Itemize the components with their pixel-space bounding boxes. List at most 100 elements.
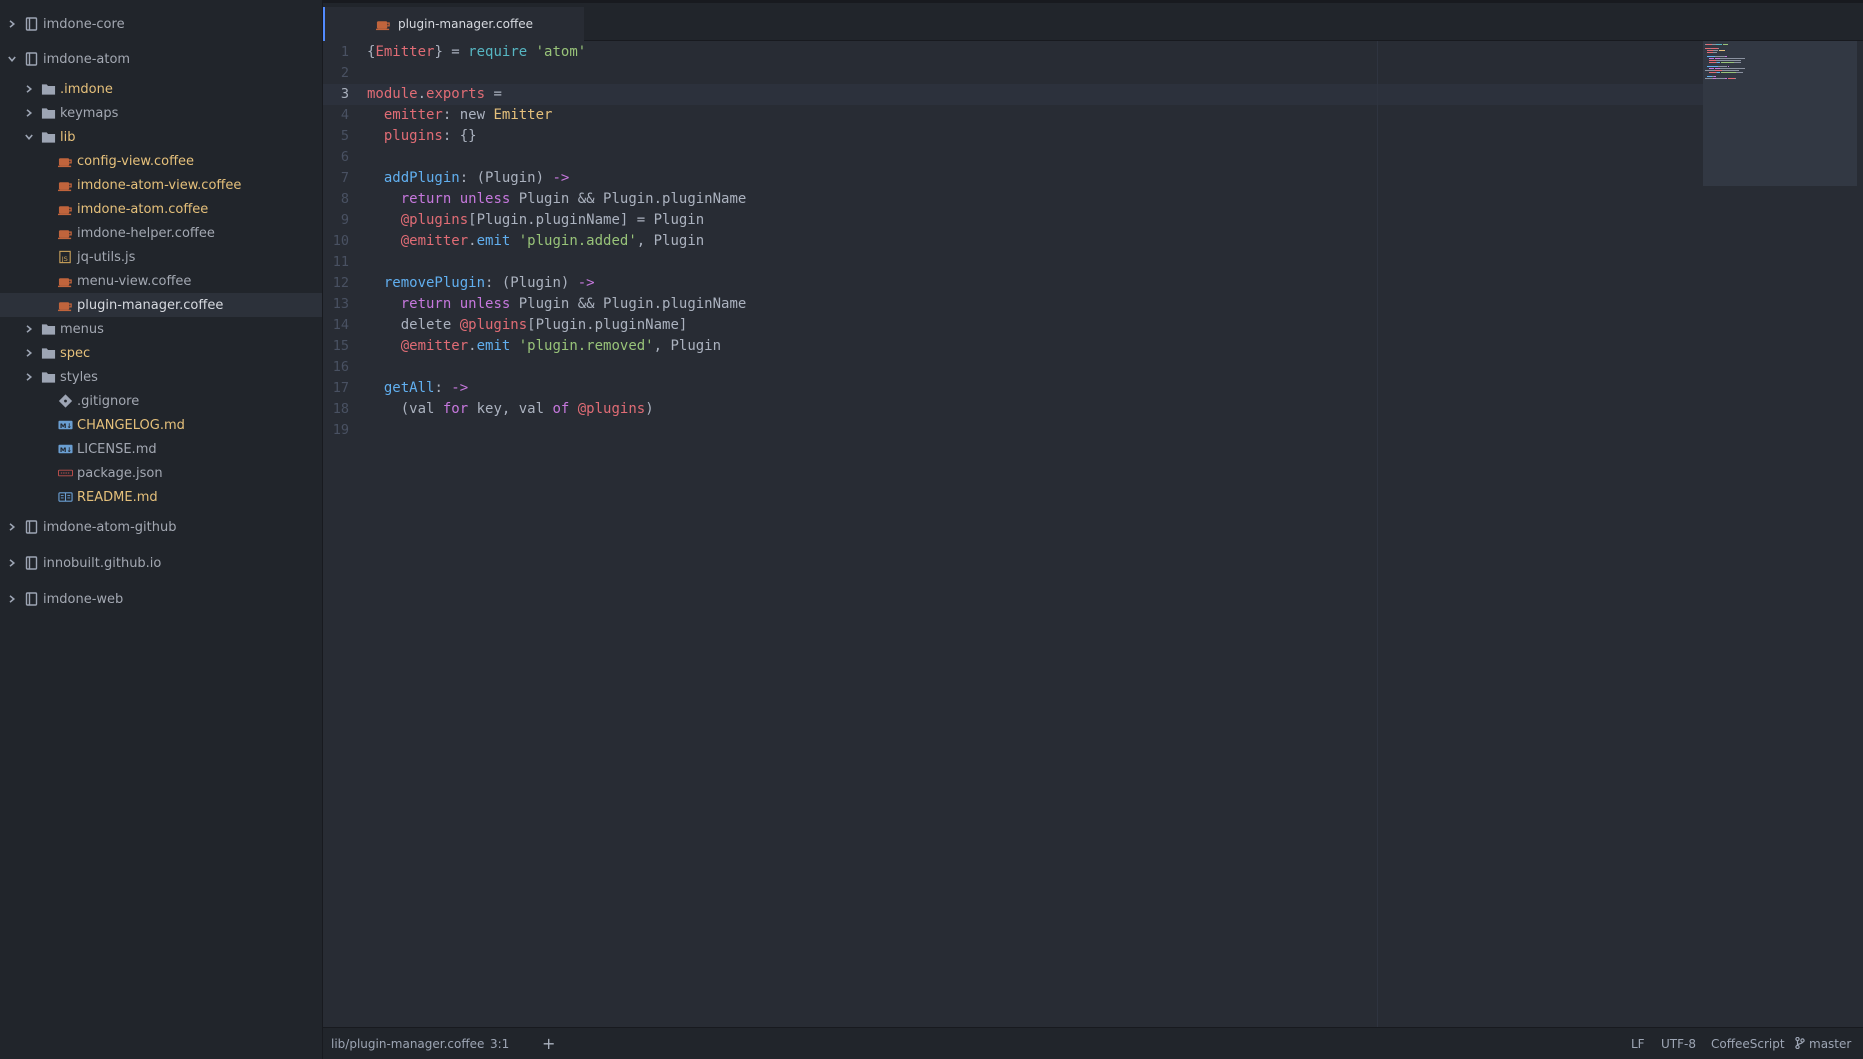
text-editor[interactable]: 1 {Emitter} = require 'atom' 2 3 module.expo… bbox=[323, 41, 1863, 1027]
repo-icon bbox=[23, 16, 39, 32]
chevron-right-icon[interactable] bbox=[24, 108, 34, 118]
tree-item[interactable]: imdone-helper.coffee bbox=[0, 221, 322, 245]
chevron-right-icon[interactable] bbox=[7, 594, 17, 604]
repo-icon bbox=[23, 591, 39, 607]
tree-item[interactable]: menu-view.coffee bbox=[0, 269, 322, 293]
status-add-button[interactable]: + bbox=[542, 1028, 555, 1059]
tree-item[interactable]: .gitignore bbox=[0, 389, 322, 413]
minimap-token bbox=[1706, 66, 1718, 67]
tree-item[interactable]: spec bbox=[0, 341, 322, 365]
code-token: removePlugin bbox=[383, 275, 486, 291]
tree-item[interactable]: M↓ CHANGELOG.md bbox=[0, 413, 322, 437]
tree-item[interactable]: styles bbox=[0, 365, 322, 389]
tree-item[interactable]: README.md bbox=[0, 485, 322, 509]
chevron-right-icon[interactable] bbox=[24, 84, 34, 94]
status-git-branch[interactable]: master bbox=[1795, 1028, 1851, 1059]
code-token: key, val bbox=[468, 401, 553, 417]
minimap-token bbox=[1720, 58, 1746, 59]
line-number: 18 bbox=[332, 401, 349, 417]
code-token: } = bbox=[434, 44, 469, 60]
tree-item[interactable]: .imdone bbox=[0, 77, 322, 101]
tree-view[interactable]: imdone-core imdone-atom .imdone keymaps lib c… bbox=[0, 0, 323, 1059]
tree-item[interactable]: imdone-atom.coffee bbox=[0, 197, 322, 221]
chevron-right-icon[interactable] bbox=[7, 558, 17, 568]
minimap-token bbox=[1713, 52, 1717, 53]
tree-item[interactable]: keymaps bbox=[0, 101, 322, 125]
code-token: module bbox=[367, 86, 418, 102]
code-token: addPlugin bbox=[383, 170, 460, 186]
status-grammar[interactable]: CoffeeScript bbox=[1711, 1028, 1785, 1059]
status-bar: lib/plugin-manager.coffee 3:1 + LF UTF-8… bbox=[323, 1027, 1863, 1059]
tree-item[interactable]: plugin-manager.coffee bbox=[0, 293, 322, 317]
status-encoding[interactable]: UTF-8 bbox=[1661, 1028, 1696, 1059]
chevron-right-icon[interactable] bbox=[24, 372, 34, 382]
minimap-token bbox=[1727, 78, 1735, 79]
tab-plugin-manager[interactable]: plugin-manager.coffee bbox=[323, 7, 584, 41]
tree-item[interactable]: menus bbox=[0, 317, 322, 341]
minimap-token bbox=[1724, 78, 1727, 79]
chevron-right-icon[interactable] bbox=[24, 324, 34, 334]
code-text: removePlugin: (Plugin) -> bbox=[367, 273, 595, 294]
chevron-right-icon[interactable] bbox=[7, 522, 17, 532]
tree-item[interactable]: M↓ LICENSE.md bbox=[0, 437, 322, 461]
chevron-down-icon[interactable] bbox=[7, 54, 17, 64]
code-token: [Plugin.pluginName] bbox=[527, 317, 688, 333]
minimap-token bbox=[1708, 62, 1716, 63]
tree-item-label: menu-view.coffee bbox=[77, 273, 192, 289]
code-text: emitter: new Emitter bbox=[367, 105, 553, 126]
tree-item[interactable]: imdone-atom-github bbox=[0, 515, 322, 539]
chevron-right-icon[interactable] bbox=[24, 348, 34, 358]
code-token: plugins bbox=[383, 128, 443, 144]
code-text: @emitter.emit 'plugin.removed', Plugin bbox=[367, 336, 721, 357]
line-number: 1 bbox=[340, 44, 349, 60]
tree-item[interactable]: innobuilt.github.io bbox=[0, 551, 322, 575]
minimap-token bbox=[1723, 44, 1729, 45]
tab-label: plugin-manager.coffee bbox=[397, 17, 534, 31]
tree-item-label: package.json bbox=[77, 465, 163, 481]
status-file-path[interactable]: lib/plugin-manager.coffee bbox=[331, 1028, 484, 1059]
code-token: @plugins bbox=[459, 317, 528, 333]
tree-item-label: imdone-core bbox=[43, 16, 125, 32]
tree-item-label: keymaps bbox=[60, 105, 119, 121]
minimap-token bbox=[1708, 58, 1714, 59]
minimap[interactable] bbox=[1703, 41, 1857, 186]
tree-item[interactable]: imdone-atom bbox=[0, 47, 322, 71]
tree-item[interactable]: imdone-web bbox=[0, 587, 322, 611]
chevron-down-icon[interactable] bbox=[24, 132, 34, 142]
code-token: Plugin && Plugin.pluginName bbox=[510, 296, 747, 312]
tree-item-label: imdone-helper.coffee bbox=[77, 225, 215, 241]
tree-item[interactable]: lib bbox=[0, 125, 322, 149]
chevron-right-icon[interactable] bbox=[7, 19, 17, 29]
code-token: getAll bbox=[383, 380, 435, 396]
code-text: getAll: -> bbox=[367, 378, 468, 399]
folder-open-icon bbox=[40, 129, 56, 145]
minimap-token bbox=[1705, 78, 1714, 79]
code-token: new bbox=[459, 107, 486, 123]
code-token: , Plugin bbox=[653, 338, 722, 354]
tree-item[interactable]: package.json bbox=[0, 461, 322, 485]
javascript-icon: JS bbox=[57, 249, 73, 265]
minimap-token bbox=[1716, 62, 1721, 63]
minimap-token bbox=[1733, 62, 1741, 63]
tree-item[interactable]: config-view.coffee bbox=[0, 149, 322, 173]
tree-item[interactable]: imdone-atom-view.coffee bbox=[0, 173, 322, 197]
status-line-ending[interactable]: LF bbox=[1631, 1028, 1645, 1059]
minimap-token bbox=[1708, 72, 1716, 73]
tree-item[interactable]: imdone-core bbox=[0, 12, 322, 36]
status-cursor-position[interactable]: 3:1 bbox=[490, 1028, 509, 1059]
minimap-token bbox=[1708, 60, 1716, 61]
code-token: require bbox=[468, 44, 528, 60]
book-icon bbox=[57, 489, 73, 505]
code-token: delete bbox=[367, 317, 460, 333]
line-number: 13 bbox=[332, 296, 349, 312]
code-token: unless bbox=[459, 191, 511, 207]
tree-item[interactable]: JS jq-utils.js bbox=[0, 245, 322, 269]
